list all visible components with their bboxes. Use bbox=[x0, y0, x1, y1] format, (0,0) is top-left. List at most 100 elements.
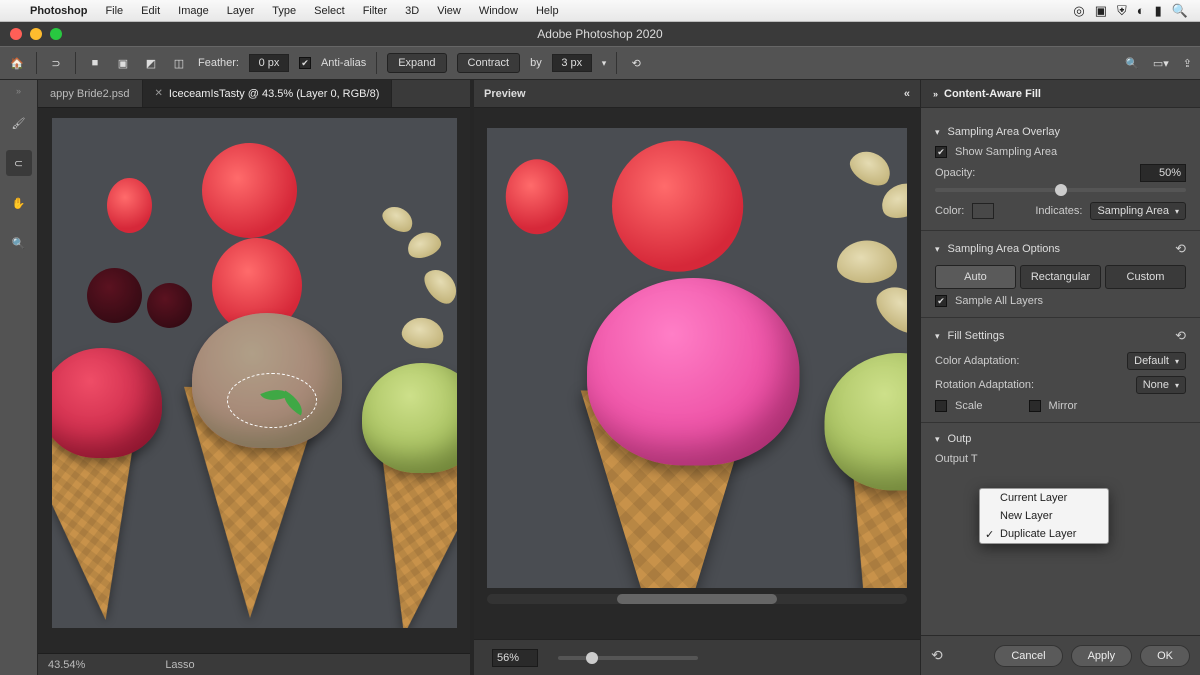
mac-menubar: Photoshop File Edit Image Layer Type Sel… bbox=[0, 0, 1200, 22]
preview-zoom-slider[interactable] bbox=[558, 656, 698, 660]
workspace-icon[interactable]: ▭▾ bbox=[1153, 57, 1169, 70]
options-bar: 🏠 ⊃ ■ ▣ ◩ ◫ Feather: ✔ Anti-alias Expand… bbox=[0, 46, 1200, 80]
section-sampling-overlay[interactable]: ▾ Sampling Area Overlay bbox=[935, 126, 1186, 138]
shield-icon[interactable]: ⛨ bbox=[1117, 3, 1127, 19]
menu-item-duplicate-layer[interactable]: Duplicate Layer bbox=[980, 525, 1108, 543]
window-titlebar: Adobe Photoshop 2020 bbox=[0, 22, 1200, 46]
brush-tool-icon[interactable]: 🖌 bbox=[6, 110, 32, 136]
lasso-tool-icon[interactable]: ⊃ bbox=[47, 54, 65, 72]
mode-custom-button[interactable]: Custom bbox=[1105, 265, 1186, 289]
menu-edit[interactable]: Edit bbox=[141, 5, 160, 17]
section-output-settings[interactable]: ▾ Outp bbox=[935, 433, 1186, 445]
scale-label: Scale bbox=[955, 400, 983, 412]
mirror-checkbox[interactable] bbox=[1029, 400, 1041, 412]
content-aware-fill-panel: » Content-Aware Fill ▾ Sampling Area Ove… bbox=[920, 80, 1200, 675]
indicates-dropdown[interactable]: Sampling Area▾ bbox=[1090, 202, 1186, 220]
menu-type[interactable]: Type bbox=[272, 5, 296, 17]
feather-input[interactable] bbox=[249, 54, 289, 72]
menu-app[interactable]: Photoshop bbox=[30, 5, 87, 17]
panel-collapse-icon[interactable]: » bbox=[933, 89, 938, 99]
tab-bride[interactable]: appy Bride2.psd bbox=[38, 80, 143, 107]
tab-icecream[interactable]: ✕ IceceamIsTasty @ 43.5% (Layer 0, RGB/8… bbox=[143, 80, 393, 107]
menu-help[interactable]: Help bbox=[536, 5, 559, 17]
lasso-tool-icon[interactable]: ⊂ bbox=[6, 150, 32, 176]
opacity-input[interactable] bbox=[1140, 164, 1186, 182]
chevron-down-icon: ▾ bbox=[1175, 207, 1179, 216]
rotation-adaptation-dropdown[interactable]: None▾ bbox=[1136, 376, 1186, 394]
panel-collapse-icon[interactable]: « bbox=[904, 88, 910, 100]
contract-button[interactable]: Contract bbox=[457, 53, 521, 73]
menu-window[interactable]: Window bbox=[479, 5, 518, 17]
menu-3d[interactable]: 3D bbox=[405, 5, 419, 17]
by-input[interactable] bbox=[552, 54, 592, 72]
search-icon[interactable]: 🔍 bbox=[1125, 57, 1139, 70]
reset-icon[interactable]: ⟲ bbox=[931, 647, 943, 664]
chevron-down-icon: ▾ bbox=[935, 127, 940, 138]
mode-rectangular-button[interactable]: Rectangular bbox=[1020, 265, 1101, 289]
selection-new-icon[interactable]: ■ bbox=[86, 54, 104, 72]
menu-layer[interactable]: Layer bbox=[227, 5, 255, 17]
status-tool: Lasso bbox=[165, 659, 194, 671]
menu-filter[interactable]: Filter bbox=[363, 5, 387, 17]
document-column: appy Bride2.psd ✕ IceceamIsTasty @ 43.5%… bbox=[38, 80, 470, 675]
ok-button[interactable]: OK bbox=[1140, 645, 1190, 667]
menu-select[interactable]: Select bbox=[314, 5, 345, 17]
mode-auto-button[interactable]: Auto bbox=[935, 265, 1016, 289]
status-zoom: 43.54% bbox=[48, 659, 85, 671]
output-to-menu: Current Layer New Layer Duplicate Layer bbox=[979, 488, 1109, 544]
section-sampling-options[interactable]: ▾ Sampling Area Options ⟲ bbox=[935, 241, 1186, 257]
color-adaptation-dropdown[interactable]: Default▾ bbox=[1127, 352, 1186, 370]
chevron-down-icon: ▾ bbox=[935, 434, 940, 445]
hand-tool-icon[interactable]: ✋ bbox=[6, 190, 32, 216]
sample-all-layers-label: Sample All Layers bbox=[955, 295, 1043, 307]
moon-icon[interactable]: ◐ bbox=[1137, 3, 1145, 18]
toolbox-collapse-icon[interactable]: » bbox=[16, 86, 21, 96]
scale-checkbox[interactable] bbox=[935, 400, 947, 412]
cc-icon[interactable]: ◎ bbox=[1073, 3, 1084, 19]
menu-item-new-layer[interactable]: New Layer bbox=[980, 507, 1108, 525]
preview-title: Preview bbox=[484, 88, 526, 100]
reset-icon[interactable]: ⟲ bbox=[1175, 241, 1186, 257]
preview-canvas[interactable] bbox=[487, 128, 907, 588]
preview-zoom-input[interactable] bbox=[492, 649, 538, 667]
document-canvas[interactable] bbox=[52, 118, 457, 628]
show-sampling-checkbox[interactable]: ✔ bbox=[935, 146, 947, 158]
reset-icon[interactable]: ⟲ bbox=[1175, 328, 1186, 344]
window-title: Adobe Photoshop 2020 bbox=[0, 27, 1200, 41]
cancel-button[interactable]: Cancel bbox=[994, 645, 1062, 667]
opacity-slider[interactable] bbox=[935, 188, 1186, 192]
status-box-icon[interactable]: ▣ bbox=[1095, 3, 1107, 19]
search-icon[interactable]: 🔍 bbox=[1172, 3, 1188, 19]
chevron-down-icon[interactable]: ▾ bbox=[602, 58, 607, 69]
selection-intersect-icon[interactable]: ◫ bbox=[170, 54, 188, 72]
menu-image[interactable]: Image bbox=[178, 5, 209, 17]
antialias-label: Anti-alias bbox=[321, 57, 366, 69]
selection-add-icon[interactable]: ▣ bbox=[114, 54, 132, 72]
antialias-checkbox[interactable]: ✔ bbox=[299, 57, 311, 69]
sample-all-layers-checkbox[interactable]: ✔ bbox=[935, 295, 947, 307]
sampling-color-label: Color: bbox=[935, 205, 964, 217]
document-tabs: appy Bride2.psd ✕ IceceamIsTasty @ 43.5%… bbox=[38, 80, 470, 108]
zoom-tool-icon[interactable]: 🔍 bbox=[6, 230, 32, 256]
home-icon[interactable]: 🏠 bbox=[8, 54, 26, 72]
selection-subtract-icon[interactable]: ◩ bbox=[142, 54, 160, 72]
apply-button[interactable]: Apply bbox=[1071, 645, 1133, 667]
chevron-down-icon: ▾ bbox=[935, 331, 940, 342]
tab-label: IceceamIsTasty @ 43.5% (Layer 0, RGB/8) bbox=[169, 88, 379, 100]
menu-file[interactable]: File bbox=[105, 5, 123, 17]
section-fill-settings[interactable]: ▾ Fill Settings ⟲ bbox=[935, 328, 1186, 344]
menu-view[interactable]: View bbox=[437, 5, 461, 17]
indicates-label: Indicates: bbox=[1035, 205, 1082, 217]
show-sampling-label: Show Sampling Area bbox=[955, 146, 1057, 158]
battery-icon[interactable]: ▮ bbox=[1155, 3, 1162, 19]
expand-button[interactable]: Expand bbox=[387, 53, 446, 73]
sampling-color-swatch[interactable] bbox=[972, 203, 994, 219]
preview-scrollbar[interactable] bbox=[487, 594, 907, 604]
menu-item-current-layer[interactable]: Current Layer bbox=[980, 489, 1108, 507]
color-adaptation-label: Color Adaptation: bbox=[935, 355, 1019, 367]
output-to-label: Output T bbox=[935, 453, 978, 465]
status-bar: 43.54% Lasso bbox=[38, 653, 470, 675]
share-icon[interactable]: ⇪ bbox=[1183, 57, 1192, 70]
reset-icon[interactable]: ⟲ bbox=[627, 54, 645, 72]
close-icon[interactable]: ✕ bbox=[155, 88, 163, 99]
